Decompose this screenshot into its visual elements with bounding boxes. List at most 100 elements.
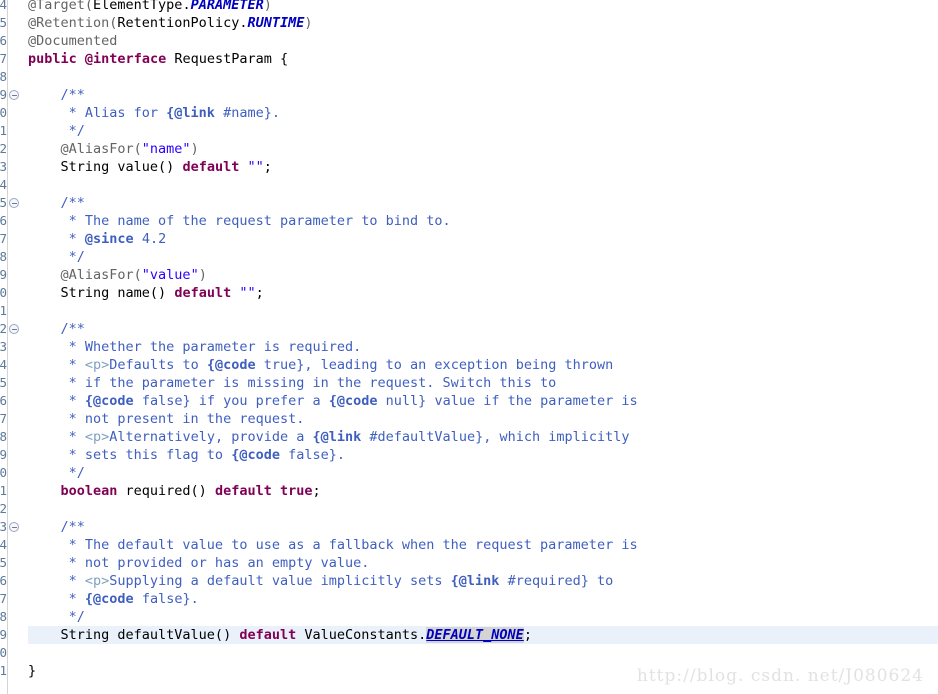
code-line-text: * The default value to use as a fallback… [28,536,638,554]
code-line-text: * {@code false}. [28,590,199,608]
code-line[interactable]: 9 String defaultValue() default ValueCon… [0,626,938,644]
line-number: 6 [0,573,7,588]
watermark-text: http://blog. csdn. net/J080624 [636,666,924,686]
code-line[interactable]: 5 * not provided or has an empty value. [0,554,938,572]
code-line[interactable]: 1 boolean required() default true; [0,482,938,500]
line-number: 3 [0,519,7,534]
code-line-text: /** [28,518,85,536]
fold-collapse-icon[interactable] [9,90,19,100]
token-cmt: * The name of the request parameter to b… [28,213,451,229]
token-kw: true [280,483,313,499]
code-line[interactable]: 3 String value() default ""; [0,158,938,176]
code-line[interactable]: 4 @Target(ElementType.PARAMETER) [0,0,938,14]
code-line[interactable]: 8 * <p>Alternatively, provide a {@link #… [0,428,938,446]
token-plain: } [28,663,37,679]
token-kw: default [174,285,232,301]
line-number: 4 [0,177,7,192]
token-ann: @AliasFor( [28,267,142,283]
token-cmt-kw: {@link [450,573,500,589]
line-number: 4 [0,357,7,372]
line-number: 0 [0,465,7,480]
line-number: 2 [0,141,7,156]
fold-collapse-icon[interactable] [9,522,19,532]
code-line[interactable]: 6 @Documented [0,32,938,50]
code-line[interactable]: 7 * @since 4.2 [0,230,938,248]
fold-collapse-icon[interactable] [9,198,19,208]
token-cmt: * if the parameter is missing in the req… [28,375,557,391]
token-cmt: Alternatively, provide a [109,429,313,445]
code-line[interactable]: 8 */ [0,248,938,266]
token-cmt: Defaults to [109,357,207,373]
token-plain: ; [523,627,532,643]
line-number: 7 [0,231,7,246]
code-line[interactable]: 6 * The name of the request parameter to… [0,212,938,230]
code-line[interactable]: 0 String name() default ""; [0,284,938,302]
code-line[interactable]: 0 * Alias for {@link #name}. [0,104,938,122]
code-line[interactable]: 3 * Whether the parameter is required. [0,338,938,356]
line-number: 8 [0,609,7,624]
code-line[interactable]: 6 * {@code false} if you prefer a {@code… [0,392,938,410]
code-line[interactable]: 9 /** [0,86,938,104]
token-plain: ; [312,483,321,499]
line-number: 7 [0,411,7,426]
code-editor[interactable]: 4 @Target(ElementType.PARAMETER) 5 @Retenti… [0,0,938,694]
token-plain: ElementType [93,0,183,13]
code-line-text: * {@code false} if you prefer a {@code n… [28,392,638,410]
code-line[interactable]: 3 /** [0,518,938,536]
token-plain: RequestParam { [166,51,289,67]
token-cmt: Supplying a default value implicitly set… [109,573,451,589]
token-cmt: */ [28,249,85,265]
code-line[interactable]: 6 * <p>Supplying a default value implici… [0,572,938,590]
code-line[interactable]: 5 * if the parameter is missing in the r… [0,374,938,392]
code-line[interactable]: 2 @AliasFor("name") [0,140,938,158]
code-line-text: @Retention(RetentionPolicy.RUNTIME) [28,14,313,32]
token-str: "value" [141,267,199,283]
token-cmt: #required} to [499,573,614,589]
code-line[interactable]: 0 [0,644,938,662]
code-line[interactable]: 9 @AliasFor("value") [0,266,938,284]
code-line[interactable]: 2 [0,500,938,518]
token-plain: ; [255,285,264,301]
line-number: 4 [0,0,7,12]
code-line[interactable]: 1 */ [0,122,938,140]
code-line[interactable]: 8 */ [0,608,938,626]
code-line[interactable]: 4 * <p>Defaults to {@code true}, leading… [0,356,938,374]
code-line[interactable]: 4 [0,176,938,194]
code-line[interactable]: 4 * The default value to use as a fallba… [0,536,938,554]
token-ann: ) [304,15,313,31]
code-line-text: String defaultValue() default ValueConst… [28,626,532,644]
token-const: RUNTIME [247,15,305,31]
code-line[interactable]: 7 * not present in the request. [0,410,938,428]
token-kw: public [28,51,77,67]
code-line[interactable]: 8 [0,68,938,86]
token-cmt: null} value if the parameter is [377,393,638,409]
line-number: 9 [0,627,7,642]
line-number: 4 [0,537,7,552]
code-line[interactable]: 7 * {@code false}. [0,590,938,608]
token-kw: boolean [28,483,118,499]
token-cmt: #name}. [214,105,280,121]
line-number: 5 [0,375,7,390]
code-line-text: */ [28,608,85,626]
fold-collapse-icon[interactable] [9,324,19,334]
token-cmt: * [28,393,85,409]
code-line[interactable]: 5 @Retention(RetentionPolicy.RUNTIME) [0,14,938,32]
line-number: 1 [0,663,7,678]
token-plain: String defaultValue() [28,627,240,643]
code-line[interactable]: 0 */ [0,464,938,482]
code-line-text: String name() default ""; [28,284,264,302]
code-line[interactable]: 2 /** [0,320,938,338]
line-number: 7 [0,591,7,606]
line-number: 3 [0,159,7,174]
token-plain: . [182,0,191,13]
code-line[interactable]: 7 public @interface RequestParam { [0,50,938,68]
token-cmt-kw: {@link [166,105,215,121]
code-line[interactable]: 9 * sets this flag to {@code false}. [0,446,938,464]
token-cmt: */ [28,609,85,625]
code-line[interactable]: 5 /** [0,194,938,212]
token-cmt-tag: <p> [84,429,110,445]
code-line[interactable]: 1 [0,302,938,320]
code-line-text: String value() default ""; [28,158,272,176]
token-plain: String name() [28,285,175,301]
